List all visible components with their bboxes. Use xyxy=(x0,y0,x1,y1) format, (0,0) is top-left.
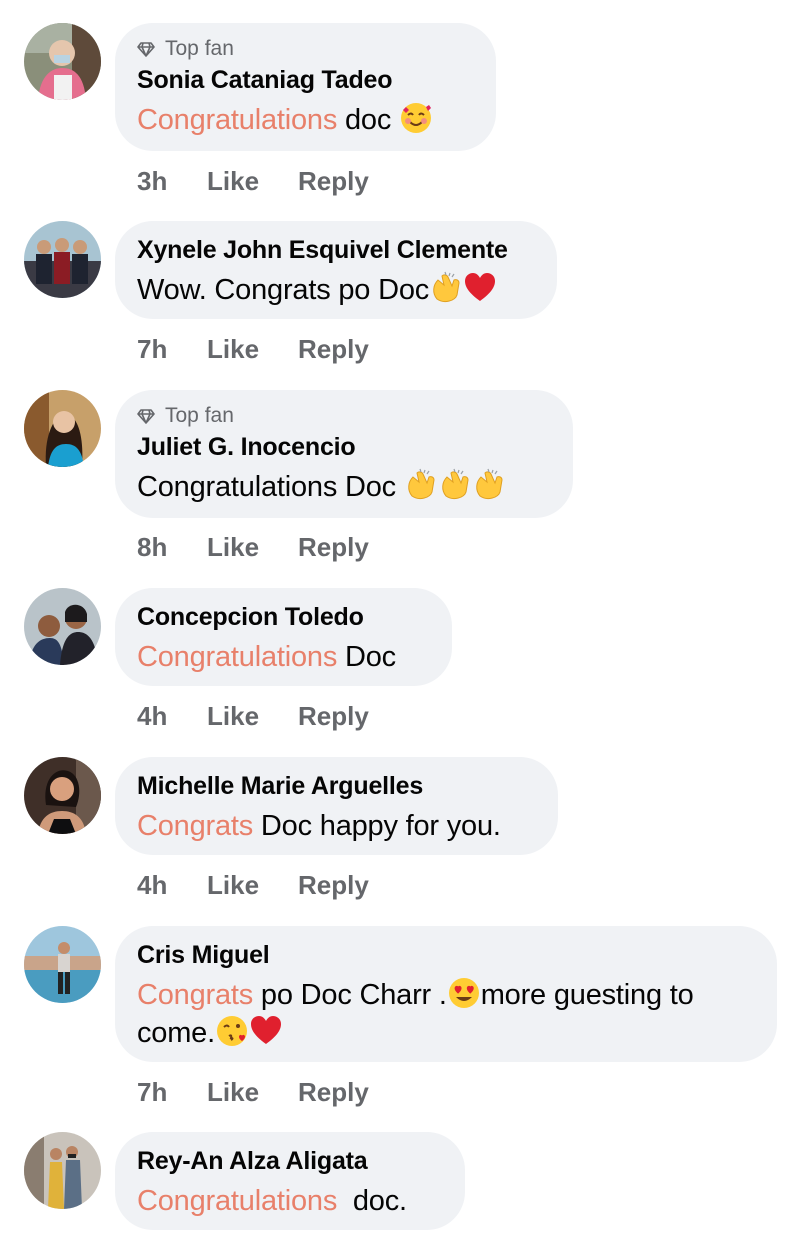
comment-author[interactable]: Cris Miguel xyxy=(137,940,753,970)
highlighted-word[interactable]: Congratulations xyxy=(137,1185,337,1217)
comment-text: Congratulations doc. xyxy=(137,1182,441,1220)
clapping-hands-emoji xyxy=(404,468,438,502)
avatar[interactable] xyxy=(24,390,101,467)
comment-timestamp[interactable]: 7h xyxy=(137,1077,207,1108)
clapping-hands-emoji xyxy=(429,271,463,305)
comment-timestamp[interactable]: 4h xyxy=(137,870,207,901)
smiling-face-with-heart-eyes-emoji xyxy=(447,976,481,1010)
comment-actions: 4h Like Reply xyxy=(137,870,369,901)
comment-author[interactable]: Sonia Cataniag Tadeo xyxy=(137,65,472,95)
face-blowing-kiss-emoji xyxy=(215,1014,249,1048)
comment-body: Doc xyxy=(337,641,396,673)
avatar-photo xyxy=(24,390,101,467)
reply-button[interactable]: Reply xyxy=(298,166,369,197)
comment-timestamp[interactable]: 8h xyxy=(137,532,207,563)
reply-button[interactable]: Reply xyxy=(298,870,369,901)
comment-text: Congratulations doc xyxy=(137,101,472,139)
comment-body: doc. xyxy=(337,1185,407,1217)
avatar-photo xyxy=(24,221,101,298)
like-button[interactable]: Like xyxy=(207,532,298,563)
comment-actions: 4h Like Reply xyxy=(137,701,369,732)
avatar-photo xyxy=(24,757,101,834)
like-button[interactable]: Like xyxy=(207,334,298,365)
avatar-photo xyxy=(24,588,101,665)
top-fan-badge: Top fan xyxy=(137,37,472,61)
like-button[interactable]: Like xyxy=(207,1077,298,1108)
comment-author[interactable]: Michelle Marie Arguelles xyxy=(137,771,534,801)
clapping-hands-emoji xyxy=(472,468,506,502)
highlighted-word[interactable]: Congrats xyxy=(137,810,253,842)
comment-text: Congratulations Doc xyxy=(137,638,428,676)
like-button[interactable]: Like xyxy=(207,166,298,197)
avatar-photo xyxy=(24,1132,101,1209)
comment-actions: 3h Like Reply xyxy=(137,166,369,197)
reply-button[interactable]: Reply xyxy=(298,334,369,365)
avatar[interactable] xyxy=(24,588,101,665)
comment-timestamp[interactable]: 7h xyxy=(137,334,207,365)
comment-body: doc xyxy=(337,104,400,136)
top-fan-badge: Top fan xyxy=(137,404,549,428)
reply-button[interactable]: Reply xyxy=(298,701,369,732)
badge-label: Top fan xyxy=(165,404,234,427)
comment-actions: 7h Like Reply xyxy=(137,1077,369,1108)
comment-text: Congrats Doc happy for you. xyxy=(137,807,534,845)
avatar[interactable] xyxy=(24,757,101,834)
smiling-face-with-hearts-emoji xyxy=(399,101,433,135)
red-heart-emoji xyxy=(463,271,497,305)
highlighted-word[interactable]: Congrats xyxy=(137,979,253,1011)
comment-body: Congratulations Doc xyxy=(137,471,404,503)
like-button[interactable]: Like xyxy=(207,701,298,732)
comment-text: Wow. Congrats po Doc xyxy=(137,271,533,309)
like-button[interactable]: Like xyxy=(207,870,298,901)
comment-bubble: Cris Miguel Congrats po Doc Charr . more … xyxy=(115,926,777,1062)
comment-author[interactable]: Rey-An Alza Aligata xyxy=(137,1146,441,1176)
comment-bubble: Top fan Juliet G. Inocencio Congratulati… xyxy=(115,390,573,518)
comment-author[interactable]: Xynele John Esquivel Clemente xyxy=(137,235,533,265)
avatar[interactable] xyxy=(24,221,101,298)
highlighted-word[interactable]: Congratulations xyxy=(137,641,337,673)
comment-body: Wow. Congrats po Doc xyxy=(137,274,430,306)
comment-actions: 8h Like Reply xyxy=(137,532,369,563)
comment-text: Congrats po Doc Charr . more guesting to c… xyxy=(137,976,753,1052)
diamond-icon xyxy=(137,40,155,58)
avatar[interactable] xyxy=(24,1132,101,1209)
comment-timestamp[interactable]: 3h xyxy=(137,166,207,197)
avatar-photo xyxy=(24,23,101,100)
comment-body: po Doc Charr . xyxy=(253,979,447,1011)
reply-button[interactable]: Reply xyxy=(298,1077,369,1108)
comment-bubble: Michelle Marie Arguelles Congrats Doc ha… xyxy=(115,757,558,855)
comment-actions: 7h Like Reply xyxy=(137,334,369,365)
comment-body: Doc happy for you. xyxy=(253,810,501,842)
comment-bubble: Rey-An Alza Aligata Congratulations doc. xyxy=(115,1132,465,1230)
comment-author[interactable]: Concepcion Toledo xyxy=(137,602,428,632)
clapping-hands-emoji xyxy=(438,468,472,502)
avatar[interactable] xyxy=(24,23,101,100)
red-heart-emoji xyxy=(249,1014,283,1048)
comment-body-continued: more guesting to xyxy=(480,979,694,1011)
comment-bubble: Concepcion Toledo Congratulations Doc xyxy=(115,588,452,686)
comment-author[interactable]: Juliet G. Inocencio xyxy=(137,432,549,462)
comment-body-end: come. xyxy=(137,1017,215,1049)
highlighted-word[interactable]: Congratulations xyxy=(137,104,337,136)
avatar[interactable] xyxy=(24,926,101,1003)
comment-timestamp[interactable]: 4h xyxy=(137,701,207,732)
badge-label: Top fan xyxy=(165,37,234,60)
reply-button[interactable]: Reply xyxy=(298,532,369,563)
diamond-icon xyxy=(137,407,155,425)
avatar-photo xyxy=(24,926,101,1003)
comment-bubble: Xynele John Esquivel Clemente Wow. Congr… xyxy=(115,221,557,319)
comment-text: Congratulations Doc xyxy=(137,468,549,506)
comment-bubble: Top fan Sonia Cataniag Tadeo Congratulat… xyxy=(115,23,496,151)
